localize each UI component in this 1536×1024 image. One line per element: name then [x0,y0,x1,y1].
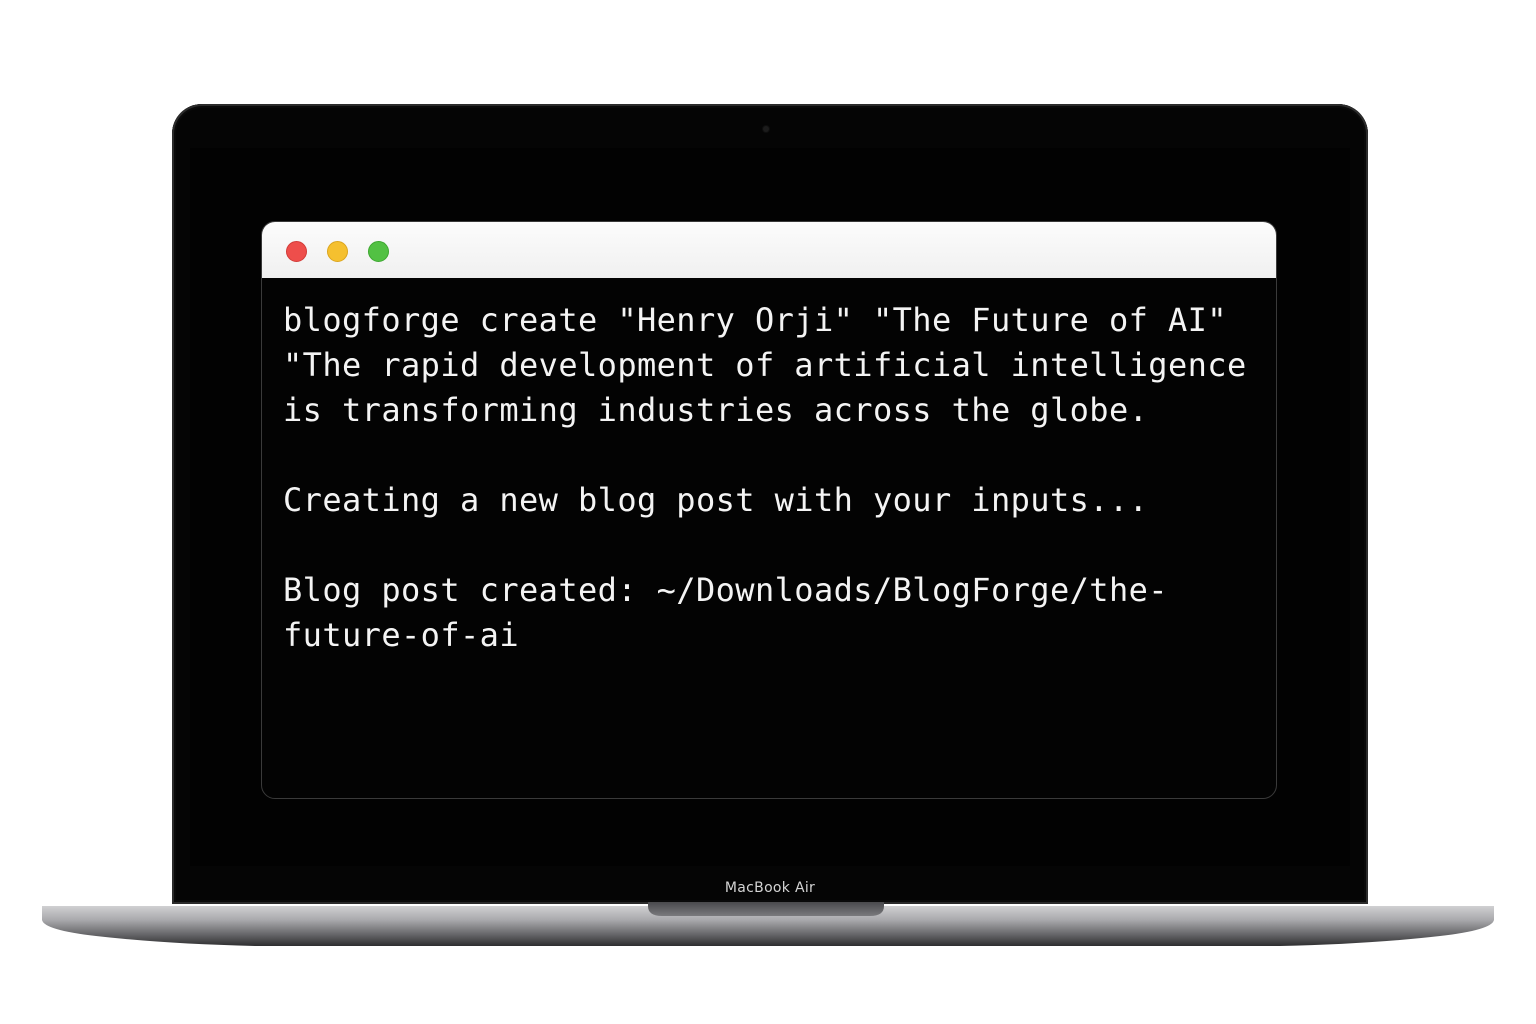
status-line: Creating a new blog post with your input… [283,481,1149,519]
terminal-output[interactable]: blogforge create "Henry Orji" "The Futur… [262,278,1276,658]
command-line: is transforming industries across the gl… [283,391,1149,429]
model-label: MacBook Air [724,880,816,896]
minimize-button[interactable] [327,241,348,262]
result-line: future-of-ai [283,616,519,654]
zoom-button[interactable] [368,241,389,262]
terminal-titlebar[interactable] [262,222,1276,278]
result-line: Blog post created: ~/Downloads/BlogForge… [283,571,1168,609]
camera-icon [763,126,769,132]
close-button[interactable] [286,241,307,262]
laptop-base [40,902,1496,948]
command-line: "The rapid development of artificial int… [283,346,1247,384]
terminal-window[interactable]: blogforge create "Henry Orji" "The Futur… [261,221,1277,799]
command-line: blogforge create "Henry Orji" "The Futur… [283,301,1227,339]
laptop-base-shape [42,902,1494,946]
